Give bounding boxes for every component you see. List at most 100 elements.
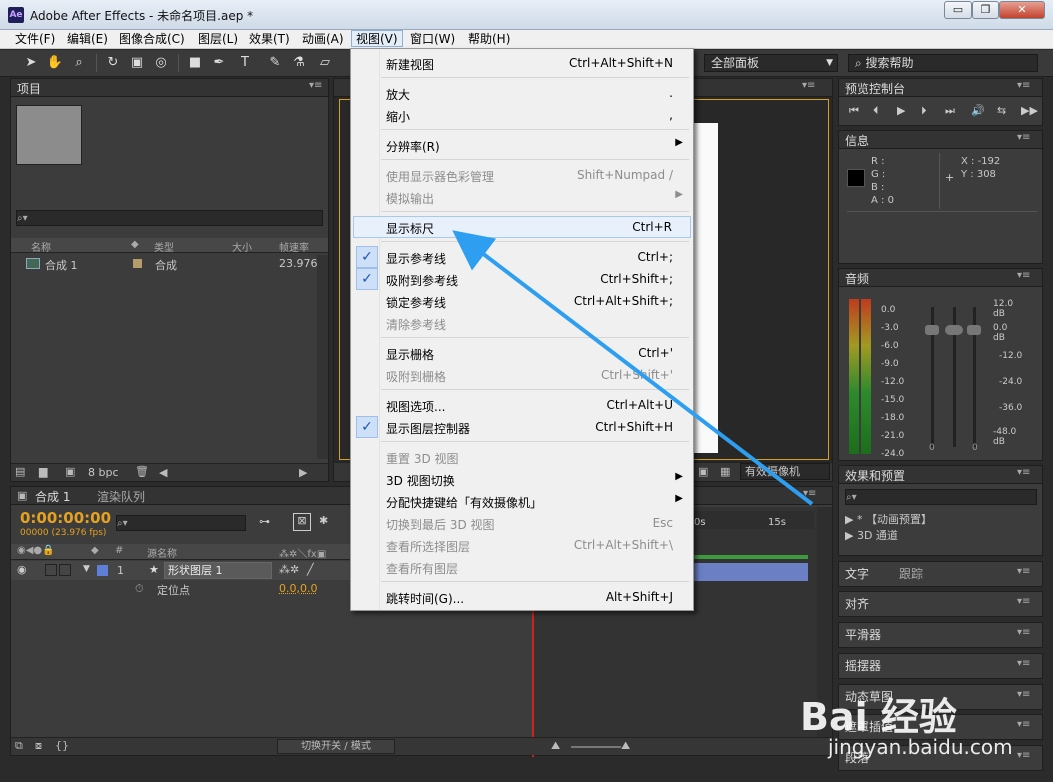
tab-effects-presets[interactable]: 效果和预置 <box>845 467 905 484</box>
zoom-tool-icon[interactable]: ⌕ <box>70 54 88 72</box>
tab-tracker[interactable]: 跟踪 <box>899 565 923 582</box>
visibility-eye-icon[interactable]: ◉ <box>17 563 27 576</box>
menu-effect[interactable]: 效果(T) <box>245 31 294 48</box>
project-search-input[interactable]: ⌕▾ <box>16 210 323 226</box>
new-comp-icon[interactable]: ▣ <box>65 465 75 478</box>
audio-slider-knob-left[interactable] <box>925 325 939 335</box>
rectangle-tool-icon[interactable]: ■ <box>186 54 204 72</box>
quality-switch-icon[interactable]: ╱ <box>307 563 314 576</box>
pan-behind-tool-icon[interactable]: ◎ <box>152 54 170 72</box>
zoom-slider[interactable] <box>571 746 621 748</box>
menu-composition[interactable]: 图像合成(C) <box>115 31 189 48</box>
timeline-search-input[interactable]: ⌕▾ <box>116 515 246 531</box>
menu-item-assign-shortcut[interactable]: 分配快捷键给「有效摄像机」 ▶ <box>353 490 691 512</box>
play-icon[interactable]: ▶ <box>897 104 905 117</box>
menu-window[interactable]: 窗口(W) <box>406 31 459 48</box>
new-folder-icon[interactable]: ▆ <box>39 465 47 478</box>
panel-menu-icon[interactable]: ▾≡ <box>309 80 322 91</box>
project-scrollbar[interactable] <box>317 255 328 459</box>
region-of-interest-icon[interactable]: ▣ <box>698 465 708 478</box>
layer-row[interactable]: ◉ ▼ 1 ★ 形状图层 1 ⁂✲ ╱ <box>11 561 351 580</box>
draft-3d-icon[interactable]: ⊠ <box>293 513 311 531</box>
audio-icon[interactable]: 🔊 <box>971 104 985 117</box>
zoom-in-icon[interactable]: ⛰ <box>621 739 630 753</box>
panel-menu-icon[interactable]: ▾≡ <box>802 80 815 91</box>
menu-edit[interactable]: 编辑(E) <box>63 31 112 48</box>
layer-switches-icon[interactable]: ⧉ <box>15 739 23 753</box>
scroll-left-icon[interactable]: ◀ <box>159 466 167 479</box>
restore-button[interactable]: ❐ <box>972 1 999 19</box>
project-item-row[interactable]: 合成 1 合成 23.976 <box>11 255 318 273</box>
layer-label-color[interactable] <box>97 565 108 576</box>
interpret-footage-icon[interactable]: ▤ <box>15 465 25 478</box>
col-name[interactable]: 名称 <box>31 239 51 254</box>
menu-item-simulate-output[interactable]: 模拟输出 ▶ <box>353 186 691 208</box>
pen-tool-icon[interactable]: ✒ <box>210 54 228 72</box>
menu-item-snap-to-guides[interactable]: ✓ 吸附到参考线 Ctrl+Shift+; <box>353 268 691 290</box>
tab-smoother[interactable]: 平滑器 <box>845 626 881 643</box>
menu-help[interactable]: 帮助(H) <box>464 31 514 48</box>
menu-file[interactable]: 文件(F) <box>11 31 59 48</box>
menu-item-show-layer-controls[interactable]: ✓ 显示图层控制器 Ctrl+Shift+H <box>353 416 691 438</box>
col-source-name[interactable]: 源名称 <box>147 545 177 560</box>
hand-tool-icon[interactable]: ✋ <box>46 54 64 72</box>
next-frame-icon[interactable]: ⏵ <box>921 104 927 118</box>
effects-item-animation-presets[interactable]: ▶ * 【动画预置】 <box>845 511 932 527</box>
tab-preview[interactable]: 预览控制台 <box>845 80 905 97</box>
menu-item-zoom-out[interactable]: 缩小, <box>353 104 691 126</box>
menu-item-resolution[interactable]: 分辨率(R) ▶ <box>353 134 691 156</box>
anchor-point-value[interactable]: 0.0,0.0 <box>279 582 317 595</box>
panel-menu-icon[interactable]: ▾≡ <box>1017 750 1030 761</box>
brush-tool-icon[interactable]: ✎ <box>266 54 284 72</box>
panel-menu-icon[interactable]: ▾≡ <box>1017 467 1030 478</box>
expand-triangle-icon[interactable]: ▼ <box>83 564 90 574</box>
toggle-switches-modes[interactable]: 切换开关 / 模式 <box>277 739 395 754</box>
tab-info[interactable]: 信息 <box>845 132 869 149</box>
tab-character[interactable]: 文字 <box>845 565 869 582</box>
menu-item-reset-3d-view[interactable]: 重置 3D 视图 <box>353 446 691 468</box>
minimize-button[interactable]: ▭ <box>944 1 972 19</box>
workspace-select[interactable]: 全部面板 ▼ <box>704 54 838 72</box>
menu-item-switch-to-last-3d-view[interactable]: 切换到最后 3D 视图 Esc <box>353 512 691 534</box>
menu-item-clear-guides[interactable]: 清除参考线 <box>353 312 691 334</box>
col-fps[interactable]: 帧速率 <box>279 239 309 254</box>
panel-menu-icon[interactable]: ▾≡ <box>1017 132 1030 143</box>
comp-flowchart-icon[interactable]: ⊶ <box>259 515 270 528</box>
current-timecode[interactable]: 0:00:00:00 <box>20 509 111 527</box>
effects-search-input[interactable]: ⌕▾ <box>845 489 1037 505</box>
tab-project[interactable]: 项目 <box>17 80 41 97</box>
lock-toggle[interactable] <box>59 564 71 576</box>
loop-icon[interactable]: ⇆ <box>997 104 1006 117</box>
live-update-icon[interactable]: ✱ <box>319 514 328 527</box>
transfer-controls-icon[interactable]: ⧇ <box>35 739 42 753</box>
col-size[interactable]: 大小 <box>232 239 252 254</box>
panel-menu-icon[interactable]: ▾≡ <box>1017 627 1030 638</box>
panel-menu-icon[interactable]: ▾≡ <box>1017 80 1030 91</box>
audio-slider-knob-right[interactable] <box>967 325 981 335</box>
menu-view[interactable]: 视图(V) <box>351 30 403 47</box>
menu-item-lock-guides[interactable]: 锁定参考线 Ctrl+Alt+Shift+; <box>353 290 691 312</box>
transparency-grid-icon[interactable]: ▦ <box>720 465 730 478</box>
selection-tool-icon[interactable]: ➤ <box>22 54 40 72</box>
menu-item-look-at-selected[interactable]: 查看所选择图层 Ctrl+Alt+Shift+\ <box>353 534 691 556</box>
first-frame-icon[interactable]: ⏮ <box>849 104 859 118</box>
tab-audio[interactable]: 音频 <box>845 270 869 287</box>
menu-item-new-view[interactable]: 新建视图 Ctrl+Alt+Shift+N <box>353 52 691 74</box>
panel-menu-icon[interactable]: ▾≡ <box>1017 566 1030 577</box>
current-time-indicator[interactable] <box>532 607 534 757</box>
panel-menu-icon[interactable]: ▾≡ <box>1017 270 1030 281</box>
menu-item-view-options[interactable]: 视图选项... Ctrl+Alt+U <box>353 394 691 416</box>
zoom-out-icon[interactable]: ⛰ <box>551 739 560 753</box>
effects-item-3d-channel[interactable]: ▶ 3D 通道 <box>845 527 898 543</box>
panel-menu-icon[interactable]: ▾≡ <box>1017 689 1030 700</box>
stopwatch-icon[interactable]: ⏱ <box>135 582 144 596</box>
camera-tool-icon[interactable]: ▣ <box>128 54 146 72</box>
panel-menu-icon[interactable]: ▾≡ <box>1017 596 1030 607</box>
col-type[interactable]: 类型 <box>154 239 174 254</box>
type-tool-icon[interactable]: T <box>236 54 254 72</box>
menu-item-snap-to-grid[interactable]: 吸附到栅格 Ctrl+Shift+' <box>353 364 691 386</box>
last-frame-icon[interactable]: ⏭ <box>945 104 955 118</box>
menu-item-monitor-color[interactable]: 使用显示器色彩管理 Shift+Numpad / <box>353 164 691 186</box>
menu-item-show-rulers[interactable]: 显示标尺 Ctrl+R <box>353 216 691 238</box>
trash-icon[interactable]: 🗑 <box>135 465 149 478</box>
